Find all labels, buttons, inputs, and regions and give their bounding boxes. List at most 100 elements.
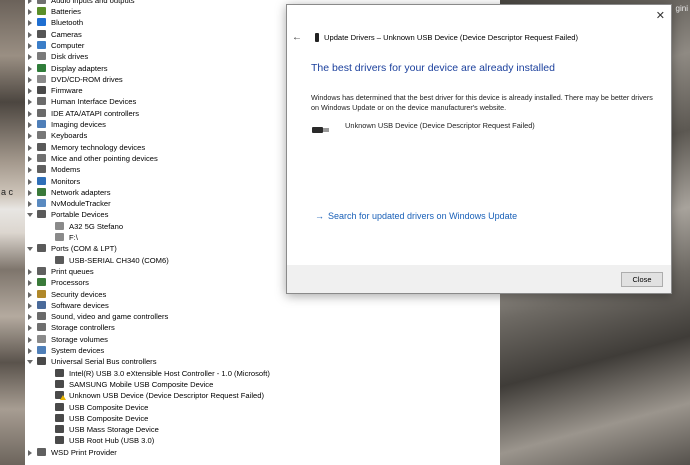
tree-item-label: Network adapters: [51, 187, 111, 197]
device-category-icon: [37, 312, 46, 321]
collapsed-chevron-icon[interactable]: [27, 122, 33, 128]
collapsed-chevron-icon[interactable]: [27, 65, 33, 72]
tree-item[interactable]: USB Composite Device: [25, 402, 495, 413]
windows-update-link[interactable]: → Search for updated drivers on Windows U…: [315, 211, 517, 221]
tree-item-label: Modems: [51, 165, 81, 175]
dialog-title: Update Drivers – Unknown USB Device (Dev…: [324, 33, 579, 42]
tree-item-label: Bluetooth: [51, 18, 84, 28]
device-category-icon: [37, 176, 46, 185]
collapsed-chevron-icon[interactable]: [27, 155, 33, 162]
collapsed-chevron-icon[interactable]: [27, 314, 33, 321]
tree-item-label: Print queues: [51, 266, 94, 276]
collapsed-chevron-icon[interactable]: [27, 42, 33, 49]
device-category-icon: [37, 289, 46, 298]
collapsed-chevron-icon[interactable]: [27, 31, 33, 38]
dialog-footer: Close: [287, 265, 671, 293]
close-icon[interactable]: ✕: [656, 10, 665, 22]
collapsed-chevron-icon[interactable]: [27, 178, 33, 185]
tree-item-label: Sound, video and game controllers: [51, 312, 169, 322]
tree-item-label: Storage controllers: [51, 323, 115, 333]
collapsed-chevron-icon[interactable]: [27, 54, 33, 61]
tree-item[interactable]: USB Composite Device: [25, 413, 495, 424]
tree-item-label: System devices: [51, 346, 105, 355]
expanded-chevron-icon[interactable]: [27, 359, 33, 365]
collapsed-chevron-icon[interactable]: [27, 0, 33, 4]
tree-item[interactable]: WSD Print Provider: [25, 447, 495, 458]
tree-item-label: Audio inputs and outputs: [51, 0, 135, 5]
collapsed-chevron-icon[interactable]: [27, 167, 33, 174]
tree-item[interactable]: USB Mass Storage Device: [25, 424, 495, 435]
collapsed-chevron-icon[interactable]: [27, 348, 33, 354]
tree-item-label: USB Root Hub (USB 3.0): [69, 436, 155, 446]
collapsed-chevron-icon[interactable]: [27, 144, 33, 151]
device-category-icon: [37, 40, 46, 49]
windows-update-link-text: Search for updated drivers on Windows Up…: [328, 211, 518, 221]
device-category-icon: [37, 52, 46, 61]
device-category-icon: [37, 244, 46, 253]
update-drivers-dialog: ✕ ← Update Drivers – Unknown USB Device …: [286, 4, 672, 294]
tree-item-label: DVD/CD-ROM drives: [51, 74, 123, 84]
device-category-icon: [37, 447, 46, 456]
expanded-chevron-icon[interactable]: [27, 212, 33, 218]
collapsed-chevron-icon[interactable]: [27, 280, 33, 287]
device-category-icon: [37, 7, 46, 15]
tree-item-label: IDE ATA/ATAPI controllers: [51, 108, 140, 118]
tree-item-label: F:\: [69, 233, 78, 242]
device-category-icon: [37, 18, 46, 27]
tree-item[interactable]: Unknown USB Device (Device Descriptor Re…: [25, 390, 495, 401]
collapsed-chevron-icon[interactable]: [27, 302, 33, 309]
collapsed-chevron-icon[interactable]: [27, 268, 33, 275]
tree-item-label: Keyboards: [51, 131, 88, 141]
collapsed-chevron-icon[interactable]: [27, 88, 33, 95]
tree-item[interactable]: Storage controllers: [25, 322, 495, 333]
collapsed-chevron-icon[interactable]: [27, 189, 33, 196]
tree-item-label: Human Interface Devices: [51, 97, 137, 107]
tree-item-label: Disk drives: [51, 52, 89, 62]
tree-item[interactable]: Universal Serial Bus controllers: [25, 356, 495, 367]
collapsed-chevron-icon[interactable]: [27, 99, 33, 106]
tree-item-label: USB-SERIAL CH340 (COM6): [69, 255, 169, 265]
device-category-icon: [37, 300, 46, 309]
device-category-icon: [37, 63, 46, 72]
device-category-icon: [37, 97, 46, 106]
collapsed-chevron-icon[interactable]: [27, 110, 33, 117]
device-category-icon: [55, 368, 64, 377]
result-description: Windows has determined that the best dri…: [311, 93, 653, 112]
expanded-chevron-icon[interactable]: [27, 246, 33, 252]
tree-item-label: Cameras: [51, 29, 82, 39]
collapsed-chevron-icon[interactable]: [27, 336, 33, 343]
tree-item-label: Processors: [51, 278, 89, 288]
desktop-text-fragment-left: a c: [1, 187, 14, 197]
tree-item[interactable]: Software devices: [25, 300, 495, 311]
tree-item-label: WSD Print Provider: [51, 447, 117, 457]
collapsed-chevron-icon[interactable]: [27, 291, 33, 298]
tree-item[interactable]: Intel(R) USB 3.0 eXtensible Host Control…: [25, 368, 495, 379]
collapsed-chevron-icon[interactable]: [27, 449, 33, 456]
device-category-icon: [37, 131, 46, 140]
tree-item-label: Security devices: [51, 289, 107, 299]
back-arrow-icon[interactable]: ←: [292, 32, 302, 43]
collapsed-chevron-icon[interactable]: [27, 133, 33, 140]
collapsed-chevron-icon[interactable]: [27, 325, 33, 332]
tree-item-label: Memory technology devices: [51, 142, 146, 152]
tree-item[interactable]: SAMSUNG Mobile USB Composite Device: [25, 379, 495, 390]
tree-item[interactable]: Sound, video and game controllers: [25, 311, 495, 322]
device-category-icon: [37, 346, 46, 354]
usb-device-icon: [315, 33, 319, 42]
tree-item[interactable]: USB Root Hub (USB 3.0): [25, 435, 495, 446]
device-category-icon: [37, 210, 46, 219]
collapsed-chevron-icon[interactable]: [27, 201, 33, 208]
device-category-icon: [37, 108, 46, 117]
tree-item-label: NvModuleTracker: [51, 199, 111, 209]
tree-item[interactable]: Storage volumes: [25, 334, 495, 345]
collapsed-chevron-icon[interactable]: [27, 20, 33, 27]
collapsed-chevron-icon[interactable]: [27, 76, 33, 83]
tree-item-label: Storage volumes: [51, 334, 108, 344]
close-button[interactable]: Close: [621, 272, 663, 287]
collapsed-chevron-icon[interactable]: [27, 9, 33, 15]
tree-item[interactable]: System devices: [25, 345, 495, 356]
tree-item-label: Imaging devices: [51, 120, 106, 129]
tree-item-label: A32 5G Stefano: [69, 221, 124, 231]
device-category-icon: [37, 187, 46, 196]
device-category-icon: [37, 357, 46, 366]
